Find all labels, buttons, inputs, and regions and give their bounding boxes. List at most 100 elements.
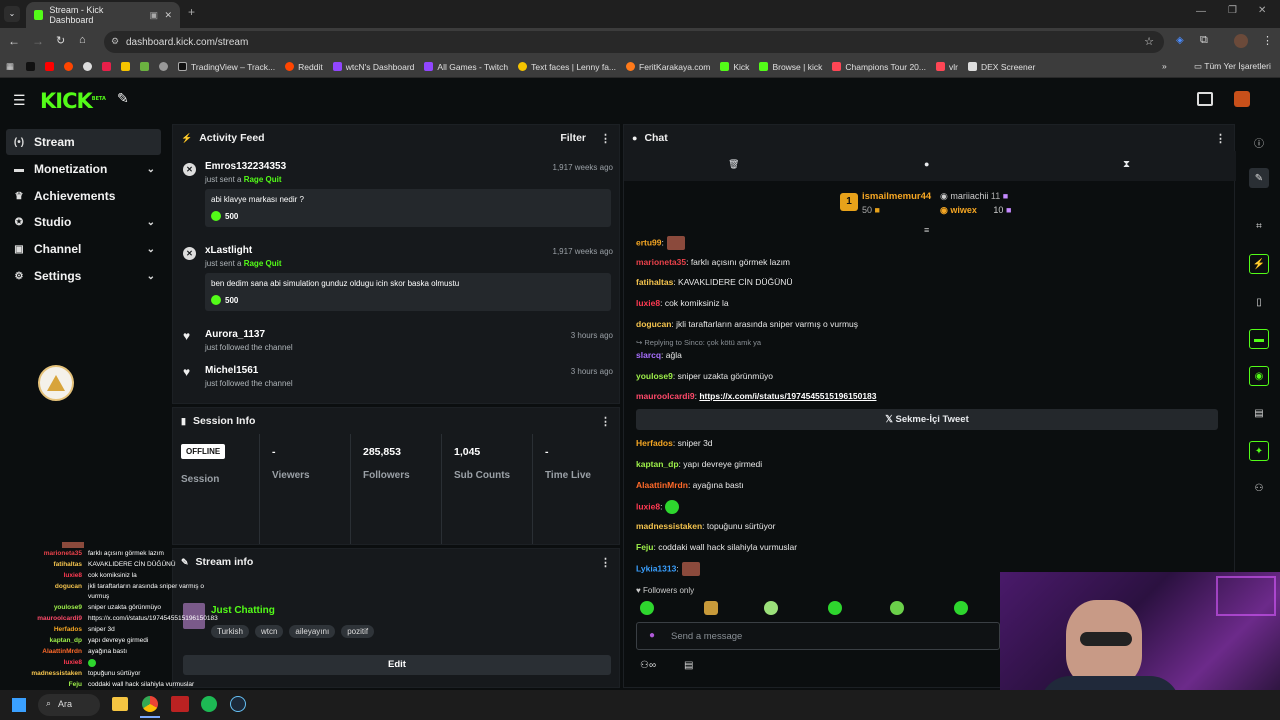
- reddit-small-icon[interactable]: [64, 62, 74, 71]
- edit-icon[interactable]: ✎: [1249, 168, 1269, 188]
- chat-users-icon[interactable]: ⚇∞: [640, 660, 656, 671]
- top-gifter-name[interactable]: ismailmemur44: [862, 191, 931, 202]
- bookmark-kick[interactable]: Kick: [720, 62, 749, 72]
- bookmark-wtcn-dashboard[interactable]: wtcN's Dashboard: [332, 62, 414, 72]
- all-bookmarks[interactable]: ▭ Tüm Yer İşaretleri: [1194, 61, 1271, 72]
- chat-username[interactable]: AlaattinMrdn: [636, 480, 688, 490]
- extension-icon[interactable]: ◈: [1176, 35, 1184, 46]
- site-info-icon[interactable]: ⚙: [111, 36, 119, 47]
- category-name[interactable]: Just Chatting: [211, 605, 275, 616]
- filter-button[interactable]: Filter: [560, 132, 586, 144]
- chat-username[interactable]: fatihaltas: [636, 277, 673, 287]
- printer-icon[interactable]: ▤: [1249, 403, 1269, 423]
- tag[interactable]: aileyayını: [289, 625, 336, 638]
- profile-avatar[interactable]: [1234, 34, 1248, 48]
- info-icon[interactable]: ⓘ: [1249, 132, 1269, 152]
- home-icon[interactable]: ⌂: [79, 34, 86, 46]
- g-bookmark-icon[interactable]: [121, 62, 131, 71]
- tab-media-icon[interactable]: ▣: [149, 10, 158, 21]
- bookmark-twitch[interactable]: All Games - Twitch: [424, 62, 508, 72]
- second-gifter[interactable]: ◉ mariiachii 11 ■: [940, 191, 1008, 202]
- tag[interactable]: wtcn: [254, 625, 284, 638]
- maximize-button[interactable]: ❐: [1228, 5, 1237, 16]
- session-menu-icon[interactable]: ⋮: [600, 415, 611, 428]
- expand-leaderboard-icon[interactable]: ≡: [924, 225, 929, 235]
- emote-icon[interactable]: [828, 601, 842, 615]
- chat-username[interactable]: youlose9: [636, 371, 673, 381]
- chat-username[interactable]: madnessistaken: [636, 521, 702, 531]
- tag[interactable]: Turkish: [211, 625, 249, 638]
- spotify-icon[interactable]: [201, 696, 217, 712]
- bookmark-browse-kick[interactable]: Browse | kick: [759, 62, 822, 72]
- new-tab-button[interactable]: +: [188, 5, 195, 19]
- emote-icon[interactable]: [954, 601, 968, 615]
- activity-menu-icon[interactable]: ⋮: [600, 132, 611, 145]
- tab-list-icon[interactable]: ⌄: [4, 6, 20, 22]
- activity-username[interactable]: Michel1561: [205, 365, 258, 376]
- sidebar-item-achievements[interactable]: ♛ Achievements: [6, 183, 161, 209]
- x-bookmark-icon[interactable]: [26, 62, 36, 71]
- apps-grid-icon[interactable]: ▦: [6, 61, 14, 72]
- document-icon[interactable]: ▯: [1249, 292, 1269, 312]
- y-bookmark-icon[interactable]: [102, 62, 112, 71]
- bookmark-vlr[interactable]: vlr: [936, 62, 958, 72]
- sidebar-item-settings[interactable]: ⚙ Settings ⌄: [6, 263, 161, 289]
- lightning-icon[interactable]: ⚡: [1249, 254, 1269, 274]
- tag[interactable]: pozitif: [341, 625, 375, 638]
- emote-icon[interactable]: [640, 601, 654, 615]
- back-icon[interactable]: ←: [8, 34, 20, 48]
- bookmark-star-icon[interactable]: ☆: [1144, 35, 1154, 48]
- extensions-puzzle-icon[interactable]: ⧉: [1200, 34, 1208, 47]
- youtube-bookmark-icon[interactable]: [45, 62, 55, 71]
- reload-icon[interactable]: ↻: [56, 34, 65, 47]
- tab-close-icon[interactable]: ✕: [164, 10, 172, 21]
- windows-start-icon[interactable]: [12, 698, 26, 712]
- bookmark-dex-screener[interactable]: DEX Screener: [967, 62, 1035, 72]
- chat-username[interactable]: ertu99: [636, 237, 662, 247]
- chat-menu-icon[interactable]: ⋮: [1215, 132, 1226, 145]
- chat-username[interactable]: Lykia1313: [636, 563, 676, 573]
- more-bookmarks-icon[interactable]: »: [1162, 61, 1167, 71]
- activity-username[interactable]: Emros132234353: [205, 161, 286, 172]
- user-avatar[interactable]: [1234, 91, 1250, 107]
- pen-tool-icon[interactable]: ✎: [117, 90, 129, 107]
- chat-username[interactable]: dogucan: [636, 319, 671, 329]
- chat-input[interactable]: ● Send a message: [636, 622, 1000, 650]
- broadcast-icon[interactable]: ◉: [1249, 366, 1269, 386]
- emote-icon[interactable]: [890, 601, 904, 615]
- steam-small-icon[interactable]: [140, 62, 150, 71]
- taskbar-search[interactable]: ⌕ Ara: [38, 694, 100, 716]
- bookmark-feritkarakaya[interactable]: FeritKarakaya.com: [626, 62, 710, 72]
- obs-icon[interactable]: [171, 696, 189, 712]
- browser-tab-active[interactable]: Stream - Kick Dashboard ▣ ✕: [26, 2, 180, 28]
- globe-bookmark-icon[interactable]: [159, 62, 169, 71]
- menu-hamburger-icon[interactable]: ☰: [13, 92, 26, 109]
- activity-username[interactable]: Aurora_1137: [205, 329, 265, 340]
- trash-icon[interactable]: 🗑: [728, 159, 739, 170]
- kick-logo[interactable]: KICKBETA: [40, 89, 106, 113]
- third-gifter[interactable]: ◉ wiwex 10 ■: [940, 205, 1011, 216]
- forward-icon[interactable]: →: [32, 34, 44, 48]
- bookmark-tradingview[interactable]: TradingView – Track...: [178, 62, 275, 72]
- tweet-embed-button[interactable]: 𝕏 Sekme-İçi Tweet: [636, 409, 1218, 430]
- message-icon[interactable]: ●: [924, 159, 929, 169]
- chat-link[interactable]: https://x.com/i/status/19745455151961501…: [699, 391, 876, 401]
- browser-menu-icon[interactable]: ⋮: [1262, 34, 1273, 47]
- bookmark-lenny[interactable]: Text faces | Lenny fa...: [518, 62, 616, 72]
- edit-button[interactable]: Edit: [183, 655, 611, 675]
- chat-username[interactable]: mauroolcardi9: [636, 391, 695, 401]
- users-icon[interactable]: ⚇: [1249, 478, 1269, 498]
- file-explorer-icon[interactable]: [112, 697, 128, 711]
- stream-info-menu-icon[interactable]: ⋮: [600, 556, 611, 569]
- bookmark-champions-tour[interactable]: Champions Tour 20...: [832, 62, 926, 72]
- emote-icon[interactable]: [704, 601, 718, 615]
- sidebar-item-stream[interactable]: (•) Stream: [6, 129, 161, 155]
- chat-username[interactable]: Herfados: [636, 438, 673, 448]
- close-window-button[interactable]: ✕: [1258, 5, 1266, 16]
- sidebar-item-studio[interactable]: ✪ Studio ⌄: [6, 209, 161, 235]
- chat-username[interactable]: marioneta35: [636, 257, 686, 267]
- store-icon[interactable]: ▤: [684, 660, 693, 671]
- chat-username[interactable]: luxie8: [636, 501, 660, 511]
- sidebar-item-monetization[interactable]: ▬ Monetization ⌄: [6, 156, 161, 182]
- chat-username[interactable]: luxie8: [636, 298, 660, 308]
